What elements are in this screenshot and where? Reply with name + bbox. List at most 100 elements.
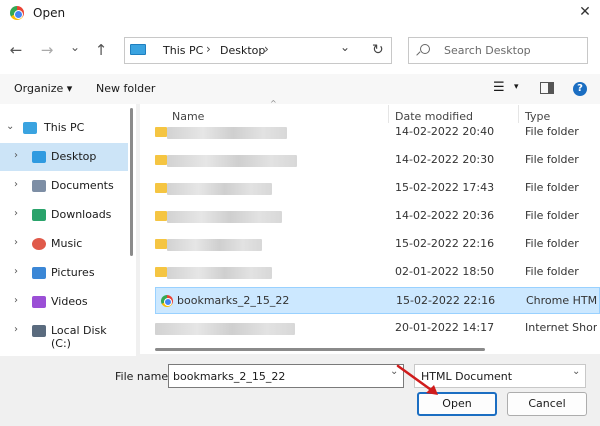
disk-icon — [32, 325, 46, 337]
blurred-file-name — [167, 183, 272, 195]
address-segment-this-pc[interactable]: This PC — [163, 44, 203, 57]
expand-chevron-icon[interactable]: › — [14, 295, 18, 306]
blurred-file-name — [155, 323, 295, 335]
help-icon[interactable]: ? — [573, 82, 587, 96]
blurred-file-name — [167, 127, 287, 139]
file-type-cell: File folder — [525, 181, 579, 194]
organize-menu[interactable]: Organize ▾ — [14, 82, 72, 95]
search-input[interactable]: Search Desktop — [444, 44, 531, 57]
sidebar-item-label: Documents — [51, 179, 114, 192]
up-arrow-icon[interactable]: ↑ — [90, 39, 112, 61]
file-type-cell: File folder — [525, 265, 579, 278]
sidebar-item-label: Music — [51, 237, 83, 250]
expand-chevron-icon[interactable]: › — [14, 150, 18, 161]
file-name-cell: bookmarks_2_15_22 — [177, 294, 290, 307]
sidebar-item-this-pc[interactable]: ⌄ This PC — [0, 114, 128, 142]
downloads-icon — [32, 209, 46, 221]
chrome-html-file-icon — [161, 295, 173, 307]
cancel-button[interactable]: Cancel — [507, 392, 587, 416]
address-dropdown-icon[interactable]: ⌄ — [340, 40, 350, 54]
pc-icon — [23, 122, 37, 134]
desktop-icon — [32, 151, 46, 163]
pictures-icon — [32, 267, 46, 279]
blurred-file-name — [167, 211, 282, 223]
table-row[interactable]: 15-02-2022 17:43 File folder — [155, 175, 600, 202]
table-row[interactable]: 02-01-2022 18:50 File folder — [155, 259, 600, 286]
blurred-file-name — [167, 239, 262, 251]
sidebar-item-documents[interactable]: › Documents — [0, 172, 128, 200]
sidebar-item-downloads[interactable]: › Downloads — [0, 201, 128, 229]
date-modified-cell: 14-02-2022 20:30 — [395, 153, 495, 166]
collapse-chevron-icon[interactable]: ⌄ — [6, 121, 14, 132]
sidebar-item-label: This PC — [44, 121, 85, 134]
new-folder-button[interactable]: New folder — [96, 82, 155, 95]
chrome-logo-icon — [10, 6, 24, 20]
file-name-value[interactable]: bookmarks_2_15_22 — [173, 370, 285, 383]
table-row[interactable]: 15-02-2022 22:16 File folder — [155, 231, 600, 258]
nav-pane-scrollbar[interactable] — [130, 108, 133, 256]
date-modified-cell: 02-01-2022 18:50 — [395, 265, 495, 278]
videos-icon — [32, 296, 46, 308]
sidebar-item-label: Downloads — [51, 208, 112, 221]
address-segment-desktop[interactable]: Desktop — [220, 44, 265, 57]
file-type-cell: Chrome HTM — [526, 294, 598, 307]
date-modified-cell: 14-02-2022 20:40 — [395, 125, 495, 138]
music-icon — [32, 238, 46, 250]
expand-chevron-icon[interactable]: › — [14, 179, 18, 190]
sidebar-item-label: Pictures — [51, 266, 95, 279]
sidebar-item-label: Local Disk (C:) — [51, 324, 107, 350]
expand-chevron-icon[interactable]: › — [14, 324, 18, 335]
file-type-cell: Internet Shor — [525, 321, 597, 334]
toolbar — [0, 74, 600, 104]
recent-locations-icon[interactable]: ⌄ — [64, 36, 86, 58]
date-modified-cell: 14-02-2022 20:36 — [395, 209, 495, 222]
file-type-cell: File folder — [525, 237, 579, 250]
expand-chevron-icon[interactable]: › — [14, 208, 18, 219]
sidebar-item-local-disk-c[interactable]: › Local Disk (C:) — [0, 317, 128, 350]
date-modified-cell: 15-02-2022 17:43 — [395, 181, 495, 194]
table-row[interactable]: 20-01-2022 14:17 Internet Shor — [155, 315, 600, 342]
documents-icon — [32, 180, 46, 192]
blurred-file-name — [167, 267, 272, 279]
table-row[interactable]: 14-02-2022 20:40 File folder — [155, 119, 600, 146]
breadcrumb-separator-icon[interactable]: › — [206, 42, 211, 56]
back-arrow-icon[interactable]: ← — [5, 39, 27, 61]
file-name-label: File name: — [115, 370, 172, 383]
table-row[interactable]: bookmarks_2_15_22 15-02-2022 22:16 Chrome … — [155, 287, 600, 314]
expand-chevron-icon[interactable]: › — [14, 266, 18, 277]
folder-icon — [155, 239, 167, 249]
refresh-icon[interactable]: ↻ — [372, 42, 384, 58]
sidebar-item-desktop[interactable]: › Desktop — [0, 143, 128, 171]
table-row[interactable]: 14-02-2022 20:30 File folder — [155, 147, 600, 174]
folder-icon — [155, 211, 167, 221]
table-row[interactable]: 14-02-2022 20:36 File folder — [155, 203, 600, 230]
search-icon — [420, 44, 430, 54]
view-dropdown-icon[interactable]: ▾ — [514, 82, 519, 92]
folder-icon — [155, 183, 167, 193]
expand-chevron-icon[interactable]: › — [14, 237, 18, 248]
file-type-cell: File folder — [525, 125, 579, 138]
sidebar-item-label: Desktop — [51, 150, 97, 163]
annotation-arrow-icon — [396, 364, 438, 395]
sidebar-item-label: Videos — [51, 295, 88, 308]
window-title: Open — [33, 6, 66, 20]
sidebar-item-music[interactable]: › Music — [0, 230, 128, 258]
sidebar-item-pictures[interactable]: › Pictures — [0, 259, 128, 287]
close-icon[interactable]: ✕ — [576, 3, 594, 21]
date-modified-cell: 20-01-2022 14:17 — [395, 321, 495, 334]
sidebar-item-videos[interactable]: › Videos — [0, 288, 128, 316]
file-type-dropdown-icon[interactable]: ⌄ — [572, 366, 580, 377]
pc-icon — [130, 44, 146, 55]
preview-pane-icon[interactable] — [540, 82, 554, 94]
forward-arrow-icon[interactable]: → — [36, 39, 58, 61]
title-bar — [0, 0, 600, 26]
view-options-icon[interactable]: ☰ — [493, 80, 505, 95]
file-type-cell: File folder — [525, 209, 579, 222]
sort-ascending-icon: ^ — [270, 99, 277, 108]
date-modified-cell: 15-02-2022 22:16 — [395, 237, 495, 250]
file-list-scrollbar[interactable] — [155, 348, 485, 351]
breadcrumb-separator-icon[interactable]: › — [264, 42, 269, 56]
folder-icon — [155, 267, 167, 277]
folder-icon — [155, 155, 167, 165]
date-modified-cell: 15-02-2022 22:16 — [396, 294, 496, 307]
